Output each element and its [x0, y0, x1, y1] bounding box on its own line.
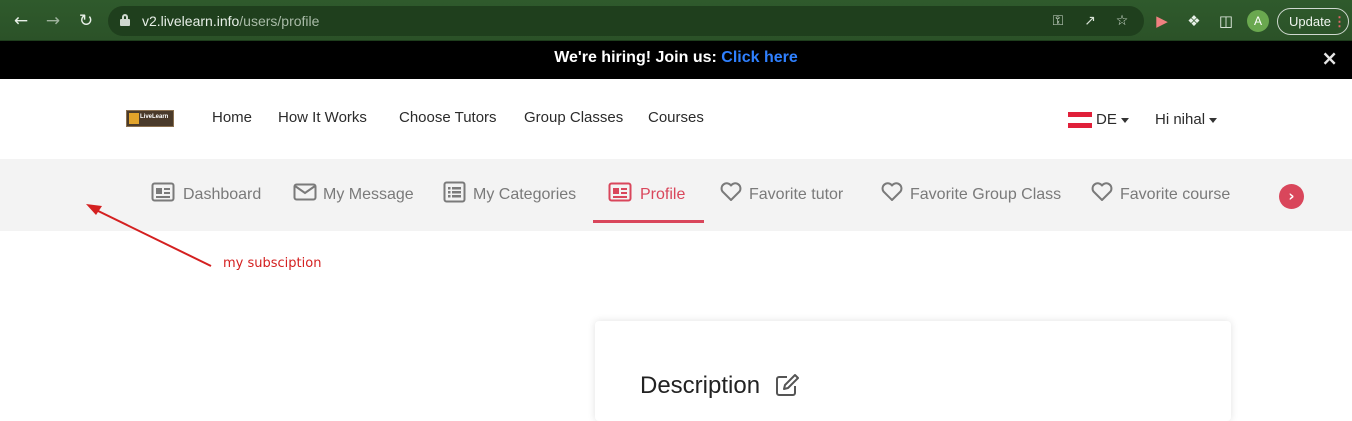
profile-avatar[interactable]: A — [1247, 10, 1269, 32]
user-greeting: Hi nihal — [1155, 111, 1206, 128]
tab-favorite-course[interactable]: Favorite course — [1090, 159, 1235, 231]
hiring-banner: We're hiring! Join us: Click here × — [0, 41, 1352, 79]
update-label: Update — [1289, 14, 1331, 29]
active-tab-indicator — [593, 220, 704, 223]
tab-favorite-group-class[interactable]: Favorite Group Class — [880, 159, 1062, 231]
nav-home[interactable]: Home — [212, 109, 252, 126]
tab-label: Favorite tutor — [749, 186, 844, 203]
address-bar[interactable]: v2.livelearn.info/users/profile ⚿ ↗ ☆ — [108, 6, 1144, 36]
logo-mark — [129, 113, 139, 124]
tab-dashboard[interactable]: Dashboard — [151, 159, 263, 231]
dashboard-tabs: Dashboard My Message My Categories Profi… — [0, 159, 1352, 231]
heart-icon — [720, 182, 742, 201]
share-icon[interactable]: ↗ — [1080, 11, 1100, 31]
sidepanel-icon[interactable]: ◫ — [1215, 10, 1237, 32]
forward-icon[interactable]: → — [42, 10, 64, 32]
url-host: v2.livelearn.info — [142, 13, 240, 29]
tab-label: My Categories — [473, 186, 577, 203]
nav-courses[interactable]: Courses — [648, 109, 704, 126]
tab-my-categories[interactable]: My Categories — [443, 159, 579, 231]
back-icon[interactable]: ← — [10, 10, 32, 32]
tab-my-message[interactable]: My Message — [293, 159, 414, 231]
reload-icon[interactable]: ↻ — [75, 10, 97, 32]
nav-group-classes[interactable]: Group Classes — [524, 109, 623, 126]
tab-profile[interactable]: Profile — [593, 159, 704, 231]
austria-flag-icon — [1068, 112, 1092, 129]
main-header: LiveLearn Home How It Works Choose Tutor… — [0, 79, 1352, 159]
nav-how-it-works[interactable]: How It Works — [278, 109, 367, 126]
heart-icon — [1091, 182, 1113, 201]
puzzle-icon[interactable]: ❖ — [1183, 10, 1205, 32]
close-icon[interactable]: × — [1321, 41, 1338, 75]
url-path: /users/profile — [239, 13, 320, 29]
banner-link[interactable]: Click here — [721, 49, 797, 66]
chevron-down-icon — [1209, 117, 1218, 123]
tab-label: Favorite course — [1120, 186, 1231, 203]
site-logo[interactable]: LiveLearn — [126, 110, 174, 127]
id-card-icon — [151, 182, 175, 202]
lock-icon — [120, 14, 130, 26]
update-button[interactable]: Update ⋮ — [1277, 8, 1349, 35]
annotation-label: my subsciption — [223, 256, 322, 271]
edit-icon[interactable] — [775, 373, 801, 397]
extension-video-icon[interactable]: ▶ — [1151, 10, 1173, 32]
key-icon[interactable]: ⚿ — [1048, 11, 1068, 31]
url-text: v2.livelearn.info/users/profile — [142, 13, 319, 29]
envelope-icon — [293, 183, 317, 201]
language-label: DE — [1096, 111, 1117, 128]
tab-favorite-tutor[interactable]: Favorite tutor — [719, 159, 851, 231]
browser-toolbar: ← → ↻ v2.livelearn.info/users/profile ⚿ … — [0, 0, 1352, 41]
tab-label: Dashboard — [183, 186, 262, 203]
chevron-down-icon — [1120, 117, 1129, 123]
nav-choose-tutors[interactable]: Choose Tutors — [399, 109, 497, 126]
chevron-right-icon[interactable]: › — [1279, 184, 1304, 209]
heart-icon — [881, 182, 903, 201]
id-card-icon — [608, 182, 632, 202]
description-card: Description — [595, 321, 1231, 421]
card-title: Description — [640, 372, 761, 399]
banner-text: We're hiring! Join us: — [554, 49, 717, 66]
menu-dots-icon[interactable]: ⋮ — [1333, 9, 1346, 34]
tab-label: My Message — [323, 186, 414, 203]
tab-label: Profile — [640, 186, 686, 203]
list-icon — [443, 181, 466, 203]
star-icon[interactable]: ☆ — [1112, 11, 1132, 31]
logo-text: LiveLearn — [140, 114, 169, 120]
tab-label: Favorite Group Class — [910, 186, 1062, 203]
